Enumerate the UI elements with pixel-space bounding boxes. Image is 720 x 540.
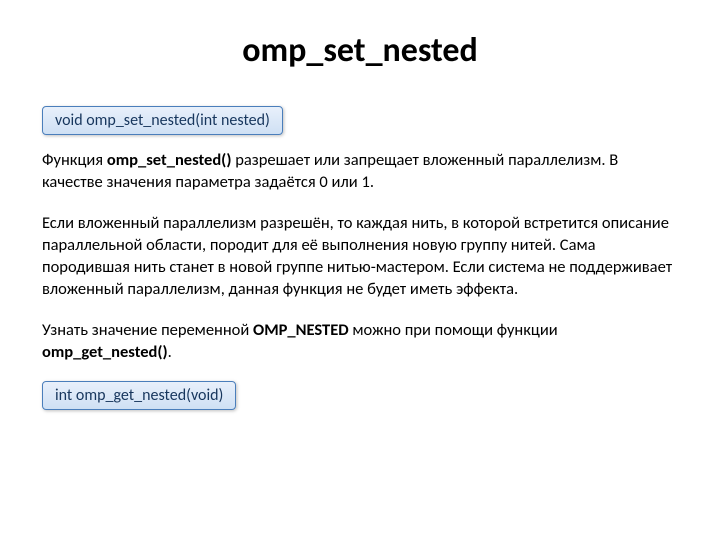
text-fragment: .: [168, 342, 172, 362]
text-fragment: Узнать значение переменной: [42, 320, 253, 340]
paragraph-3: Узнать значение переменной OMP_NESTED мо…: [42, 319, 680, 364]
slide-content: void omp_set_nested(int nested) Функция …: [42, 106, 680, 424]
function-signature-set: void omp_set_nested(int nested): [42, 106, 283, 135]
slide-title: omp_set_nested: [40, 30, 680, 71]
paragraph-1: Функция omp_set_nested() разрешает или з…: [42, 149, 680, 194]
slide: omp_set_nested void omp_set_nested(int n…: [0, 0, 720, 540]
env-var-bold: OMP_NESTED: [253, 320, 349, 340]
function-name-bold: omp_get_nested(): [42, 342, 168, 362]
paragraph-2: Если вложенный параллелизм разрешён, то …: [42, 212, 680, 301]
function-signature-get: int omp_get_nested(void): [42, 381, 236, 410]
text-fragment: Функция: [42, 150, 107, 170]
function-name-bold: omp_set_nested(): [107, 150, 232, 170]
text-fragment: можно при помощи функции: [349, 320, 558, 340]
